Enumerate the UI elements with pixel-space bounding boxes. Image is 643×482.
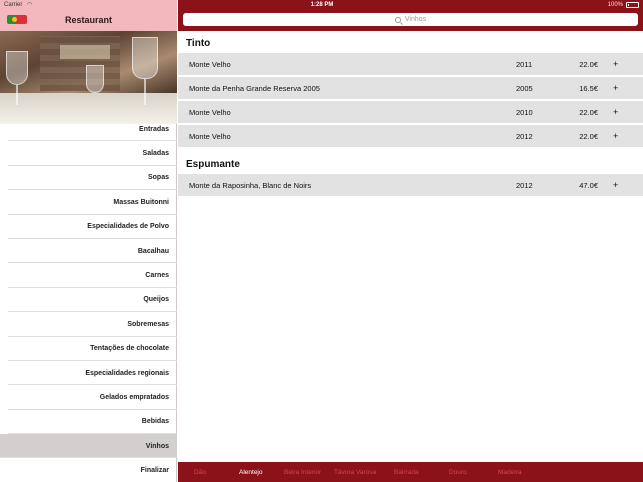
sidebar-item-label: Gelados empratados [99, 393, 169, 401]
sidebar-item-2[interactable]: Sopas [0, 166, 177, 191]
sidebar-item-4[interactable]: Especialidades de Polvo [0, 215, 177, 240]
wine-price: 22.0€ [579, 60, 598, 69]
wine-row[interactable]: Monte Velho 2011 22.0€ + [178, 53, 643, 76]
sidebar-item-11[interactable]: Gelados empratados [0, 385, 177, 411]
region-tab-0[interactable]: Dão [194, 469, 206, 476]
sidebar-item-10[interactable]: Especialidades regionais [0, 361, 177, 386]
wine-year: 2011 [516, 60, 533, 69]
sidebar-item-label: Sopas [147, 174, 169, 182]
restaurant-photo [0, 31, 177, 124]
sidebar-item-12[interactable]: Bebidas [0, 410, 177, 435]
wifi-icon: ◠ [27, 2, 33, 8]
region-tab-2[interactable]: Beira Interior [284, 469, 321, 476]
add-button[interactable]: + [613, 101, 618, 124]
region-tab-6[interactable]: Madeira [498, 469, 521, 476]
add-button[interactable]: + [613, 53, 618, 76]
region-tab-1[interactable]: Alentejo [239, 469, 263, 476]
sidebar-item-label: Carnes [145, 272, 169, 280]
sidebar-item-8[interactable]: Sobremesas [0, 312, 177, 337]
wine-row[interactable]: Monte Velho 2012 22.0€ + [178, 125, 643, 148]
add-button[interactable]: + [613, 125, 618, 148]
screen: Carrier ◠ 1:28 PM 100% Restaurant Entrad… [0, 0, 643, 482]
wine-row[interactable]: Monte Velho 2010 22.0€ + [178, 101, 643, 124]
status-time: 1:28 PM [310, 2, 334, 8]
wine-price: 22.0€ [579, 132, 598, 141]
wine-price: 47.0€ [579, 181, 598, 190]
region-tab-5[interactable]: Douro [449, 469, 467, 476]
sidebar-item-5[interactable]: Bacalhau [0, 239, 177, 264]
app-title: Restaurant [64, 15, 112, 25]
add-button[interactable]: + [613, 77, 618, 100]
sidebar-item-label: Vinhos [145, 442, 169, 450]
search-input[interactable]: Vinhos [183, 13, 638, 26]
category-menu: Entradas Saladas Sopas Massas Buitonni Espec… [0, 117, 177, 482]
wine-year: 2012 [516, 181, 533, 190]
wine-row[interactable]: Monte da Penha Grande Reserva 2005 2005 16… [178, 77, 643, 100]
sidebar-item-13[interactable]: Vinhos [0, 434, 177, 459]
sidebar-item-label: Queijos [143, 296, 169, 304]
sidebar-item-label: Sobremesas [127, 320, 169, 328]
wine-year: 2005 [516, 84, 533, 93]
sidebar-item-label: Entradas [139, 125, 169, 133]
battery-percentage: 100% [607, 2, 623, 8]
carrier-label: Carrier [4, 2, 23, 8]
sidebar-item-6[interactable]: Carnes [0, 263, 177, 289]
sidebar-item-label: Bacalhau [137, 247, 169, 255]
battery-icon [626, 2, 639, 8]
sidebar-item-7[interactable]: Queijos [0, 288, 177, 313]
wine-name: Monte da Penha Grande Reserva 2005 [189, 84, 320, 93]
section-title: Espumante [186, 159, 240, 170]
add-button[interactable]: + [613, 174, 618, 197]
sidebar-item-1[interactable]: Saladas [0, 141, 177, 167]
sidebar-item-0[interactable]: Entradas [0, 117, 177, 142]
sidebar-item-label: Massas Buitonni [113, 198, 169, 206]
sidebar: Restaurant Entradas Saladas Sopas Massas Bu… [0, 0, 177, 482]
sidebar-item-label: Bebidas [141, 418, 169, 426]
search-icon [394, 16, 401, 23]
wine-list: Tinto Monte Velho 2011 22.0€ + Monte da Penha… [178, 31, 643, 461]
sidebar-item-label: Especialidades de Polvo [87, 223, 169, 231]
region-tab-bar: Dão Alentejo Beira Interior Távora Varosa Ba… [178, 462, 643, 482]
wine-price: 22.0€ [579, 108, 598, 117]
status-bar: Carrier ◠ 1:28 PM 100% [0, 0, 643, 10]
wine-row[interactable]: Monte da Raposinha, Blanc de Noirs 2012 47… [178, 174, 643, 197]
wine-name: Monte Velho [189, 132, 231, 141]
search-placeholder: Vinhos [404, 16, 427, 23]
region-tab-4[interactable]: Bairrada [394, 469, 419, 476]
section-title: Tinto [186, 38, 211, 49]
sidebar-item-label: Tentações de chocolate [90, 345, 169, 353]
sidebar-item-label: Saladas [142, 150, 169, 158]
sidebar-item-3[interactable]: Massas Buitonni [0, 190, 177, 215]
sidebar-item-9[interactable]: Tentações de chocolate [0, 337, 177, 362]
sidebar-item-label: Especialidades regionais [85, 369, 169, 377]
wine-year: 2010 [516, 108, 533, 117]
wine-year: 2012 [516, 132, 533, 141]
wine-price: 16.5€ [579, 84, 598, 93]
wine-name: Monte da Raposinha, Blanc de Noirs [189, 181, 312, 190]
wine-name: Monte Velho [189, 108, 231, 117]
sidebar-item-14[interactable]: Finalizar [0, 458, 177, 482]
sidebar-item-label: Finalizar [140, 467, 169, 475]
wine-name: Monte Velho [189, 60, 231, 69]
region-tab-3[interactable]: Távora Varosa [334, 469, 376, 476]
